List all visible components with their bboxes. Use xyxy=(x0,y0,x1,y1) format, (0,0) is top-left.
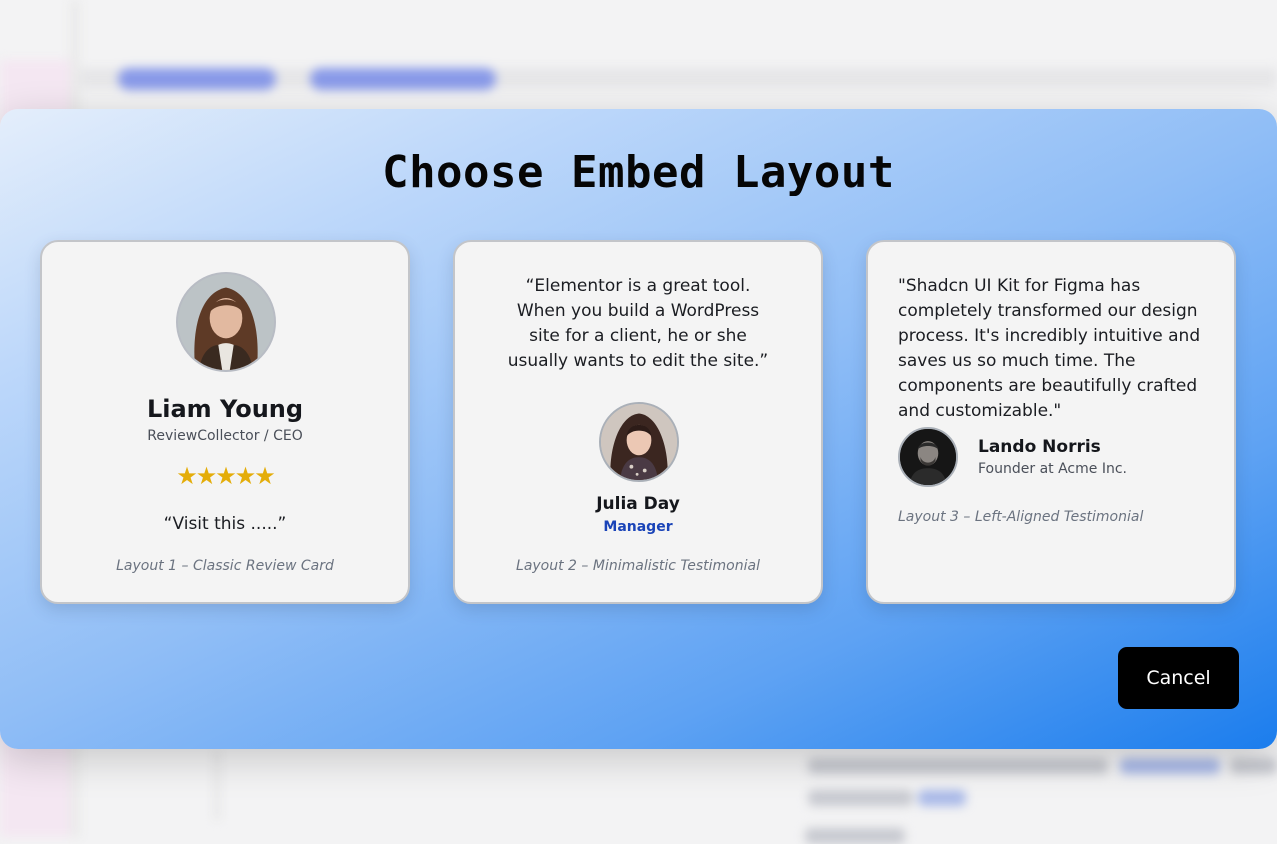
testimonial-author-name: Julia Day xyxy=(596,494,680,514)
person-photo-avatar xyxy=(599,402,679,482)
testimonial-author-role: Founder at Acme Inc. xyxy=(978,461,1127,477)
testimonial-author-name: Lando Norris xyxy=(978,437,1101,457)
layout-3-card[interactable]: "Shadcn UI Kit for Figma has completely … xyxy=(866,240,1236,604)
layout-2-card[interactable]: “Elementor is a great tool. When you bui… xyxy=(453,240,823,604)
star-rating-icon: ★★★★★ xyxy=(176,462,276,490)
background-divider xyxy=(215,750,219,820)
background-text-line xyxy=(805,828,905,844)
layout-caption: Layout 3 – Left-Aligned Testimonial xyxy=(898,509,1144,525)
review-quote: “Visit this .....” xyxy=(163,514,287,534)
background-breadcrumb-item xyxy=(310,68,496,90)
background-link xyxy=(918,790,966,806)
testimonial-quote: “Elementor is a great tool. When you bui… xyxy=(507,276,769,371)
modal-title: Choose Embed Layout xyxy=(382,147,895,198)
layout-caption: Layout 2 – Minimalistic Testimonial xyxy=(516,558,760,574)
testimonial-author-role: Manager xyxy=(603,519,673,535)
background-text-line xyxy=(808,790,913,806)
testimonial-quote: "Shadcn UI Kit for Figma has completely … xyxy=(898,276,1201,421)
background-text-line xyxy=(1230,758,1277,774)
background-link xyxy=(1120,758,1220,774)
embed-layout-modal: Choose Embed Layout Liam Young ReviewCol… xyxy=(0,109,1277,749)
reviewer-name: Liam Young xyxy=(146,395,304,423)
avatar-photo-icon xyxy=(178,274,274,370)
avatar-photo-icon xyxy=(601,404,677,480)
cancel-button[interactable]: Cancel xyxy=(1118,647,1239,709)
layout-caption: Layout 1 – Classic Review Card xyxy=(116,558,334,574)
layout-1-card[interactable]: Liam Young ReviewCollector / CEO ★★★★★ “… xyxy=(40,240,410,604)
person-photo-avatar xyxy=(176,272,276,372)
background-text-line xyxy=(808,758,1108,774)
reviewer-role: ReviewCollector / CEO xyxy=(147,428,303,444)
person-photo-avatar xyxy=(898,427,958,487)
background-breadcrumb-item xyxy=(118,68,276,90)
avatar-photo-icon xyxy=(900,429,956,485)
